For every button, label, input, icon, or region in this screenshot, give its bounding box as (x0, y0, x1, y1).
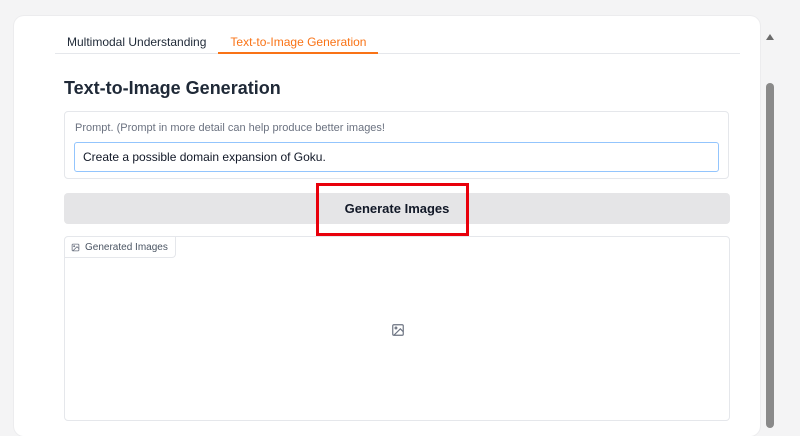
gallery-label: Generated Images (65, 237, 176, 258)
scroll-thumb[interactable] (766, 83, 774, 428)
generated-images-gallery: Generated Images (64, 236, 730, 421)
generate-images-button[interactable]: Generate Images (64, 193, 730, 224)
tab-bar: Multimodal Understanding Text-to-Image G… (55, 30, 740, 54)
tab-text-to-image-generation[interactable]: Text-to-Image Generation (218, 30, 379, 54)
prompt-panel: Prompt. (Prompt in more detail can help … (64, 111, 729, 179)
tab-multimodal-understanding[interactable]: Multimodal Understanding (55, 30, 218, 52)
prompt-label: Prompt. (Prompt in more detail can help … (75, 122, 385, 134)
image-placeholder-icon (391, 323, 405, 342)
page-title: Text-to-Image Generation (64, 78, 281, 98)
scroll-up-arrow-icon[interactable] (766, 34, 774, 40)
gallery-label-text: Generated Images (85, 241, 168, 253)
vertical-scrollbar[interactable] (764, 30, 778, 428)
image-icon (71, 243, 80, 252)
prompt-input[interactable] (74, 142, 719, 172)
